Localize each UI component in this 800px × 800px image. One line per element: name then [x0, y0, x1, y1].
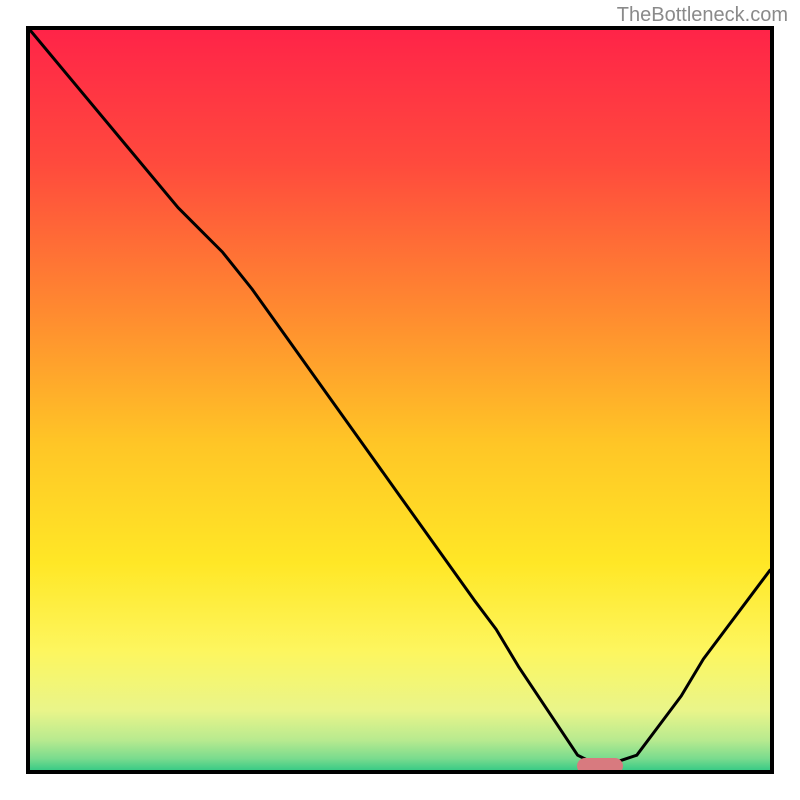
gradient-background — [30, 30, 770, 770]
optimal-point-marker — [577, 758, 623, 770]
attribution-watermark: TheBottleneck.com — [617, 4, 788, 27]
plot-area — [30, 30, 770, 770]
chart-svg — [30, 30, 770, 770]
